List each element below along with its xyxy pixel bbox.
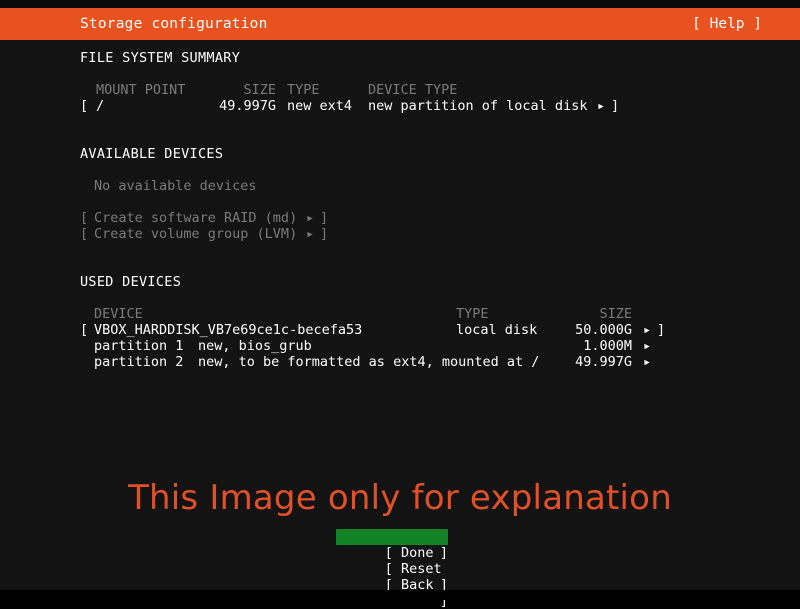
chevron-right-icon[interactable]: ▸ (597, 98, 605, 114)
raid-close-bracket: ] (320, 210, 329, 226)
raid-open-bracket: [ (80, 210, 89, 226)
reset-button-label: [ Reset (384, 561, 442, 577)
done-button-close-bracket: ] (439, 545, 448, 561)
chevron-right-icon[interactable]: ▸ (643, 338, 651, 354)
cell-device-type: new partition of local disk (368, 98, 588, 114)
available-devices-empty-message: No available devices (94, 178, 257, 194)
section-title-available-devices: AVAILABLE DEVICES (80, 146, 224, 162)
help-button[interactable]: [ Help ] (692, 16, 762, 32)
cell-partition-size: 49.997G (575, 354, 632, 370)
row-open-bracket: [ (80, 98, 89, 114)
cell-partition-size: 1.000M (583, 338, 632, 354)
column-header-type: TYPE (287, 82, 320, 98)
column-header-size: SIZE (599, 306, 632, 322)
header-bar: Storage configuration [ Help ] (0, 8, 800, 40)
section-title-filesystem-summary: FILE SYSTEM SUMMARY (80, 50, 241, 66)
top-black-band (0, 0, 800, 8)
chevron-right-icon[interactable]: ▸ (643, 322, 651, 338)
lvm-label: Create volume group (LVM) (94, 226, 298, 242)
raid-label: Create software RAID (md) (94, 210, 298, 226)
chevron-right-icon[interactable]: ▸ (643, 354, 651, 370)
row-close-bracket: ] (611, 98, 620, 114)
page-title: Storage configuration (80, 16, 268, 32)
disk-close-bracket: ] (657, 322, 666, 338)
cell-partition-name: partition 2 (94, 354, 184, 370)
column-header-size: SIZE (243, 82, 276, 98)
cell-partition-type: new, to be formatted as ext4, mounted at… (198, 354, 540, 370)
chevron-right-icon: ▸ (306, 210, 315, 226)
disk-open-bracket: [ (80, 322, 89, 338)
done-button-label: [ Done (384, 545, 434, 561)
column-header-device-type: DEVICE TYPE (368, 82, 458, 98)
installer-screen: Storage configuration [ Help ] FILE SYST… (0, 0, 800, 609)
done-button[interactable]: [ Done] (336, 529, 448, 561)
chevron-right-icon: ▸ (306, 226, 315, 242)
cell-size: 49.997G (219, 98, 276, 114)
bottom-black-band (0, 590, 800, 600)
section-title-used-devices: USED DEVICES (80, 274, 182, 290)
watermark-text: This Image only for explanation (128, 478, 672, 518)
cell-device-type: local disk (456, 322, 538, 338)
lvm-open-bracket: [ (80, 226, 89, 242)
column-header-device: DEVICE (94, 306, 143, 322)
cell-device-name: VBOX_HARDDISK_VB7e69ce1c-becefa53 (94, 322, 363, 338)
column-header-mount-point: MOUNT POINT (96, 82, 186, 98)
cell-device-size: 50.000G (575, 322, 632, 338)
column-header-type: TYPE (456, 306, 489, 322)
cell-type: new ext4 (287, 98, 353, 114)
cell-partition-type: new, bios_grub (198, 338, 312, 354)
lvm-close-bracket: ] (320, 226, 329, 242)
cell-mount-point: / (96, 98, 105, 114)
cell-partition-name: partition 1 (94, 338, 184, 354)
